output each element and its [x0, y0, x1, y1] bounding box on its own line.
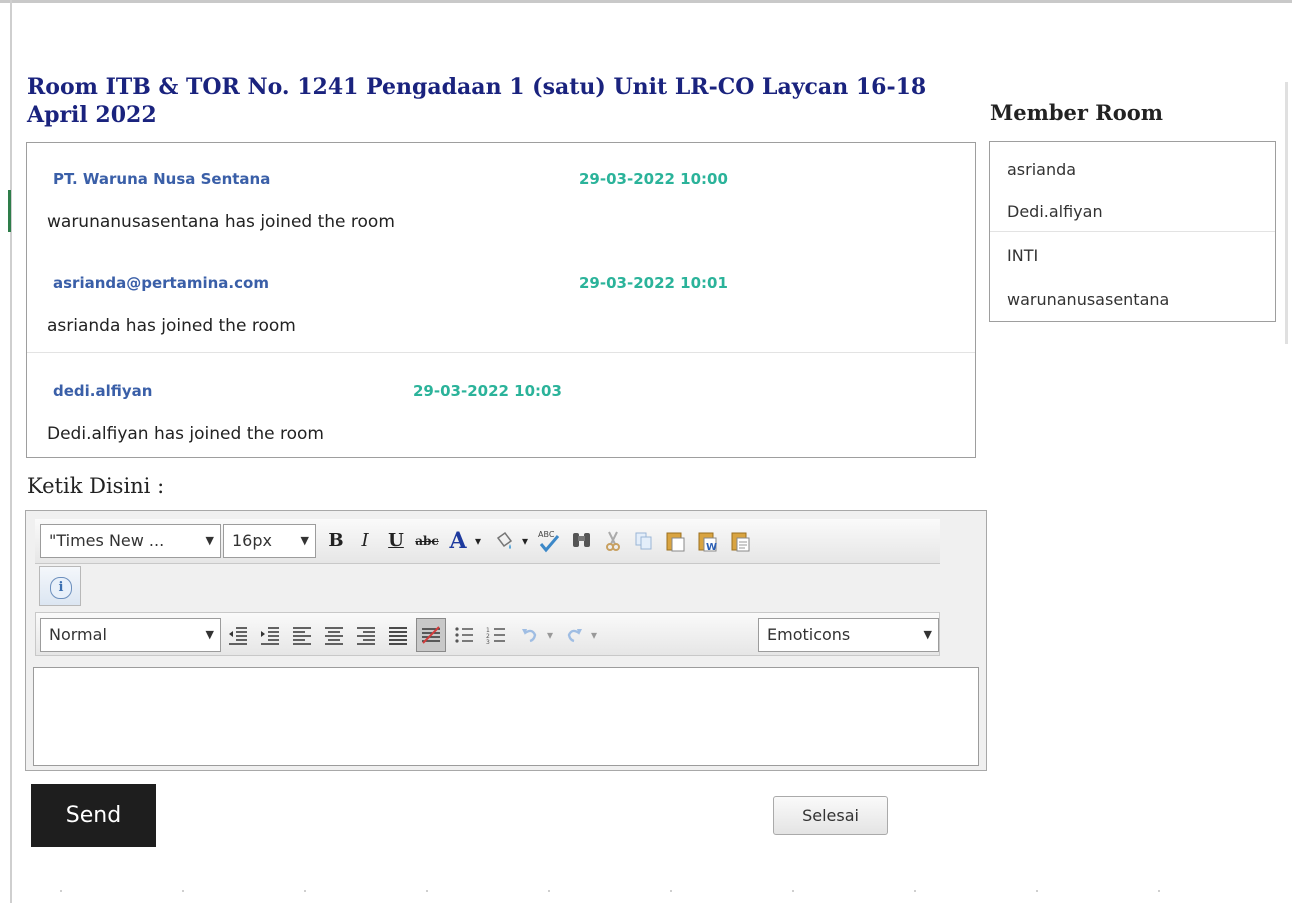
emoticons-select[interactable]: Emoticons ▼ — [758, 618, 939, 652]
member-item: asrianda — [1007, 160, 1077, 179]
font-size-value: 16px — [232, 531, 272, 550]
align-right-button[interactable] — [352, 618, 380, 652]
editor-toolbar-row-1: "Times New ... ▼ 16px ▼ B I U abc A ▾ ▾ … — [35, 519, 940, 564]
member-room-title: Member Room — [990, 100, 1163, 125]
font-family-value: "Times New ... — [49, 531, 165, 550]
message-timestamp: 29-03-2022 10:00 — [579, 170, 728, 188]
svg-text:ABC: ABC — [538, 530, 555, 539]
cut-button[interactable] — [599, 524, 627, 558]
message-sender: PT. Waruna Nusa Sentana — [53, 170, 271, 188]
undo-icon — [522, 629, 537, 643]
undo-dropdown[interactable]: ▾ — [542, 618, 558, 652]
highlight-button[interactable] — [490, 524, 518, 558]
message-sender: dedi.alfiyan — [53, 382, 153, 400]
finish-button[interactable]: Selesai — [773, 796, 888, 835]
indent-icon — [261, 627, 279, 645]
paste-icon — [666, 532, 685, 552]
paste-text-icon — [731, 532, 750, 552]
paste-button[interactable] — [662, 524, 690, 558]
right-scroll-rule — [1285, 82, 1288, 344]
paste-as-text-button[interactable] — [727, 524, 755, 558]
remove-format-button[interactable] — [416, 618, 446, 652]
indent-button[interactable] — [256, 618, 284, 652]
left-accent-mark — [8, 190, 11, 232]
chevron-down-icon: ▾ — [590, 628, 598, 642]
align-center-button[interactable] — [320, 618, 348, 652]
underline-button[interactable]: U — [382, 524, 410, 558]
numbered-list-icon: 1 2 3 — [486, 627, 505, 646]
redo-dropdown[interactable]: ▾ — [586, 618, 602, 652]
strikethrough-button[interactable]: abc — [413, 524, 441, 558]
outdent-button[interactable] — [224, 618, 252, 652]
align-right-icon — [357, 627, 375, 645]
window-left-border — [10, 0, 12, 903]
font-color-dropdown[interactable]: ▾ — [470, 524, 486, 558]
spellcheck-icon: ABC — [538, 530, 560, 553]
copy-button[interactable] — [630, 524, 658, 558]
member-item: Dedi.alfiyan — [1007, 202, 1103, 221]
chat-log[interactable]: PT. Waruna Nusa Sentana 29-03-2022 10:00… — [26, 142, 976, 458]
room-title: Room ITB & TOR No. 1241 Pengadaan 1 (sat… — [27, 74, 927, 128]
window-top-border — [0, 0, 1292, 3]
chevron-down-icon: ▼ — [205, 534, 214, 547]
message-timestamp: 29-03-2022 10:03 — [413, 382, 562, 400]
spellcheck-button[interactable]: ABC — [535, 524, 563, 558]
svg-text:3: 3 — [486, 639, 490, 646]
numbered-list-button[interactable]: 1 2 3 — [482, 618, 510, 652]
chevron-down-icon: ▾ — [474, 534, 482, 548]
paragraph-format-value: Normal — [49, 625, 107, 644]
editor-toolbar-row-2: Normal ▼ 1 2 3 ▾ ▾ Emoticons ▼ — [35, 612, 940, 656]
redo-icon — [567, 629, 582, 643]
scissors-icon — [606, 531, 620, 551]
binoculars-icon — [573, 533, 590, 547]
chevron-down-icon: ▾ — [546, 628, 554, 642]
member-list: asrianda Dedi.alfiyan INTI warunanusasen… — [989, 141, 1276, 322]
redo-button[interactable] — [560, 618, 588, 652]
message-text: asrianda has joined the room — [47, 316, 296, 336]
paste-word-icon: W — [698, 532, 717, 553]
chevron-down-icon: ▼ — [205, 628, 214, 641]
font-family-select[interactable]: "Times New ... ▼ — [40, 524, 221, 558]
undo-button[interactable] — [516, 618, 544, 652]
align-left-button[interactable] — [288, 618, 316, 652]
italic-button[interactable]: I — [351, 524, 379, 558]
align-justify-icon — [389, 627, 407, 645]
align-left-icon — [293, 627, 311, 645]
member-divider — [990, 231, 1275, 232]
rich-text-editor: "Times New ... ▼ 16px ▼ B I U abc A ▾ ▾ … — [25, 510, 987, 771]
bullet-list-icon — [455, 627, 473, 643]
bold-button[interactable]: B — [322, 524, 350, 558]
message-text: warunanusasentana has joined the room — [47, 212, 395, 232]
remove-format-icon — [422, 626, 440, 644]
align-justify-button[interactable] — [384, 618, 412, 652]
svg-text:W: W — [706, 542, 717, 553]
outdent-icon — [229, 627, 247, 645]
info-icon: i — [50, 577, 72, 599]
find-button[interactable] — [568, 524, 596, 558]
emoticons-value: Emoticons — [767, 625, 851, 644]
font-color-button[interactable]: A — [444, 524, 472, 558]
paint-bucket-icon — [496, 531, 513, 549]
align-center-icon — [325, 627, 343, 645]
copy-icon — [635, 532, 652, 550]
chevron-down-icon: ▾ — [521, 534, 529, 548]
message-text: Dedi.alfiyan has joined the room — [47, 424, 324, 444]
message-divider — [27, 352, 975, 353]
bottom-dotted-rule — [60, 890, 1270, 892]
info-button[interactable]: i — [39, 566, 81, 606]
member-item: warunanusasentana — [1007, 290, 1170, 309]
send-button[interactable]: Send — [31, 784, 156, 847]
message-editor-area[interactable] — [33, 667, 979, 766]
member-item: INTI — [1007, 246, 1039, 265]
chevron-down-icon: ▼ — [923, 628, 932, 641]
paste-from-word-button[interactable]: W — [694, 524, 722, 558]
message-sender: asrianda@pertamina.com — [53, 274, 269, 292]
bullet-list-button[interactable] — [450, 618, 478, 652]
composer-label: Ketik Disini : — [27, 474, 165, 498]
paragraph-format-select[interactable]: Normal ▼ — [40, 618, 221, 652]
message-timestamp: 29-03-2022 10:01 — [579, 274, 728, 292]
chevron-down-icon: ▼ — [300, 534, 309, 547]
highlight-dropdown[interactable]: ▾ — [517, 524, 533, 558]
font-size-select[interactable]: 16px ▼ — [223, 524, 316, 558]
